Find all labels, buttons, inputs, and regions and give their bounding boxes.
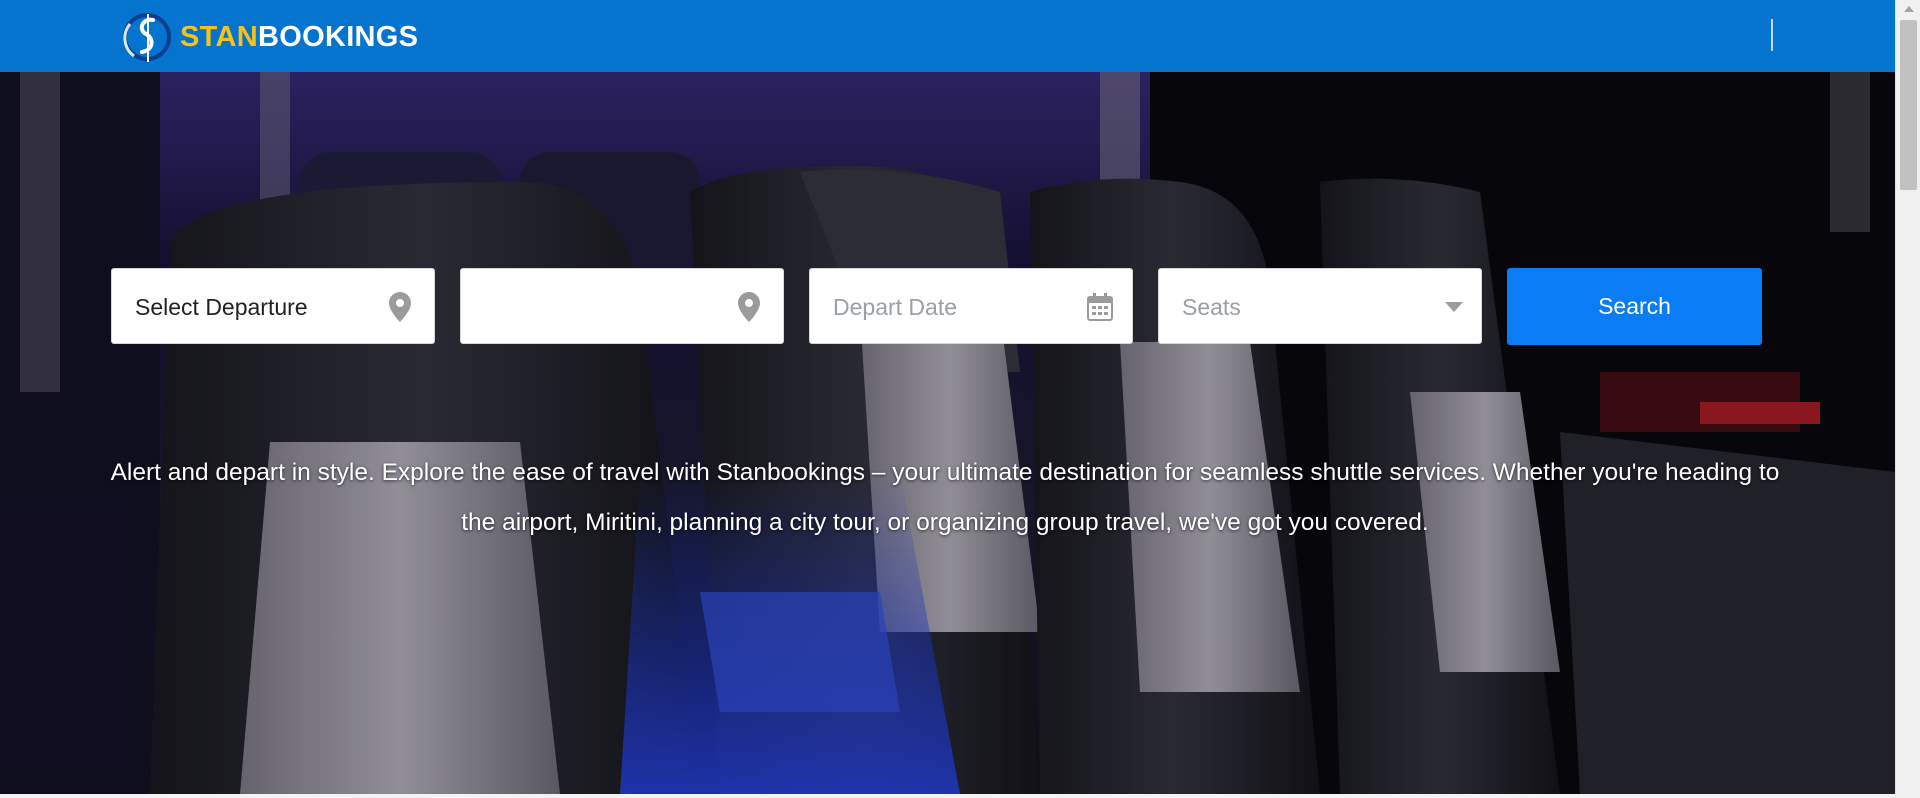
hero-section: Seats Search Alert and depart in style. … [0, 72, 1895, 794]
brand-link[interactable]: STANBOOKINGS [122, 6, 418, 68]
depart-date-field[interactable] [809, 268, 1133, 345]
map-marker-icon [734, 291, 764, 323]
booking-search-form: Seats Search [111, 268, 1762, 346]
nav-divider [1771, 19, 1773, 51]
brand-name-part1: STAN [180, 20, 258, 53]
departure-select[interactable] [111, 268, 435, 345]
brand-name: STANBOOKINGS [180, 20, 419, 53]
search-button[interactable]: Search [1507, 268, 1762, 345]
caret-down-icon [1439, 291, 1469, 323]
seats-select[interactable]: Seats [1158, 268, 1482, 344]
depart-date-input[interactable] [833, 269, 1083, 345]
hero-overlay [0, 72, 1895, 794]
scroll-up-arrow-icon[interactable] [1896, 0, 1920, 18]
page-scrollbar[interactable] [1895, 0, 1920, 798]
stanbookings-logo [123, 13, 171, 62]
brand-name-part2: BOOKINGS [258, 20, 419, 53]
destination-select[interactable] [460, 268, 784, 345]
top-navbar: STANBOOKINGS [0, 0, 1895, 72]
page: Seats Search Alert and depart in style. … [0, 0, 1895, 798]
destination-field[interactable] [484, 269, 734, 345]
departure-field[interactable] [135, 269, 385, 345]
seats-selected-value: Seats [1182, 294, 1241, 320]
map-marker-icon [385, 291, 415, 323]
scrollbar-thumb[interactable] [1900, 20, 1917, 190]
hero-tagline: Alert and depart in style. Explore the e… [110, 459, 1780, 536]
calendar-icon [1085, 291, 1115, 323]
